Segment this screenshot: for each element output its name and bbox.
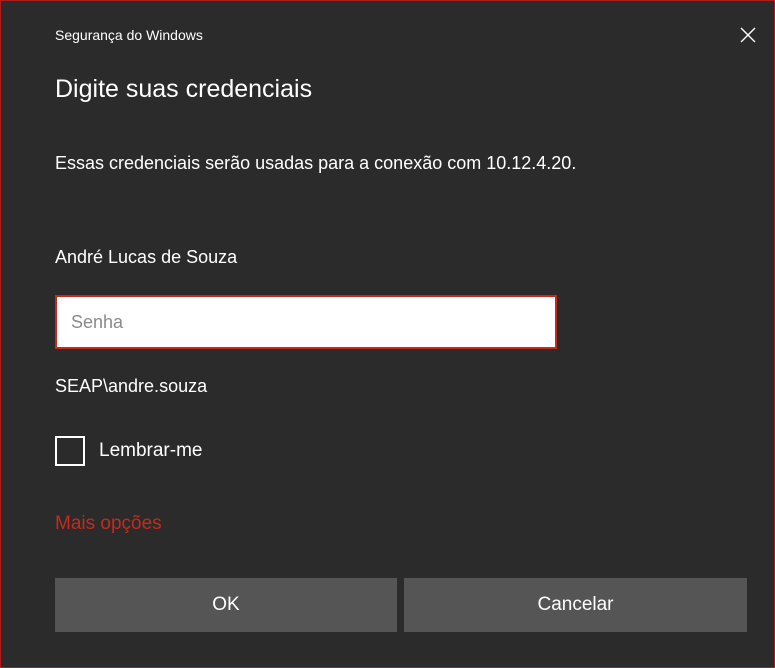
ok-button[interactable]: OK	[55, 578, 397, 632]
credentials-dialog: Segurança do Windows Digite suas credenc…	[0, 0, 775, 668]
close-icon	[740, 27, 756, 43]
password-input[interactable]	[69, 310, 555, 334]
close-button[interactable]	[736, 23, 760, 47]
remember-me-checkbox[interactable]	[55, 436, 85, 466]
remember-me-toggle[interactable]: Lembrar-me	[55, 436, 202, 466]
dialog-heading: Digite suas credenciais	[55, 75, 313, 103]
dialog-description: Essas credenciais serão usadas para a co…	[55, 153, 577, 173]
more-options-link[interactable]: Mais opções	[55, 513, 162, 535]
cancel-button[interactable]: Cancelar	[404, 578, 747, 632]
username-label: André Lucas de Souza	[55, 247, 238, 267]
remember-me-label: Lembrar-me	[99, 440, 203, 461]
domain-user-label: SEAP\andre.souza	[55, 376, 208, 396]
window-caption: Segurança do Windows	[55, 27, 203, 43]
password-field[interactable]	[55, 295, 557, 349]
